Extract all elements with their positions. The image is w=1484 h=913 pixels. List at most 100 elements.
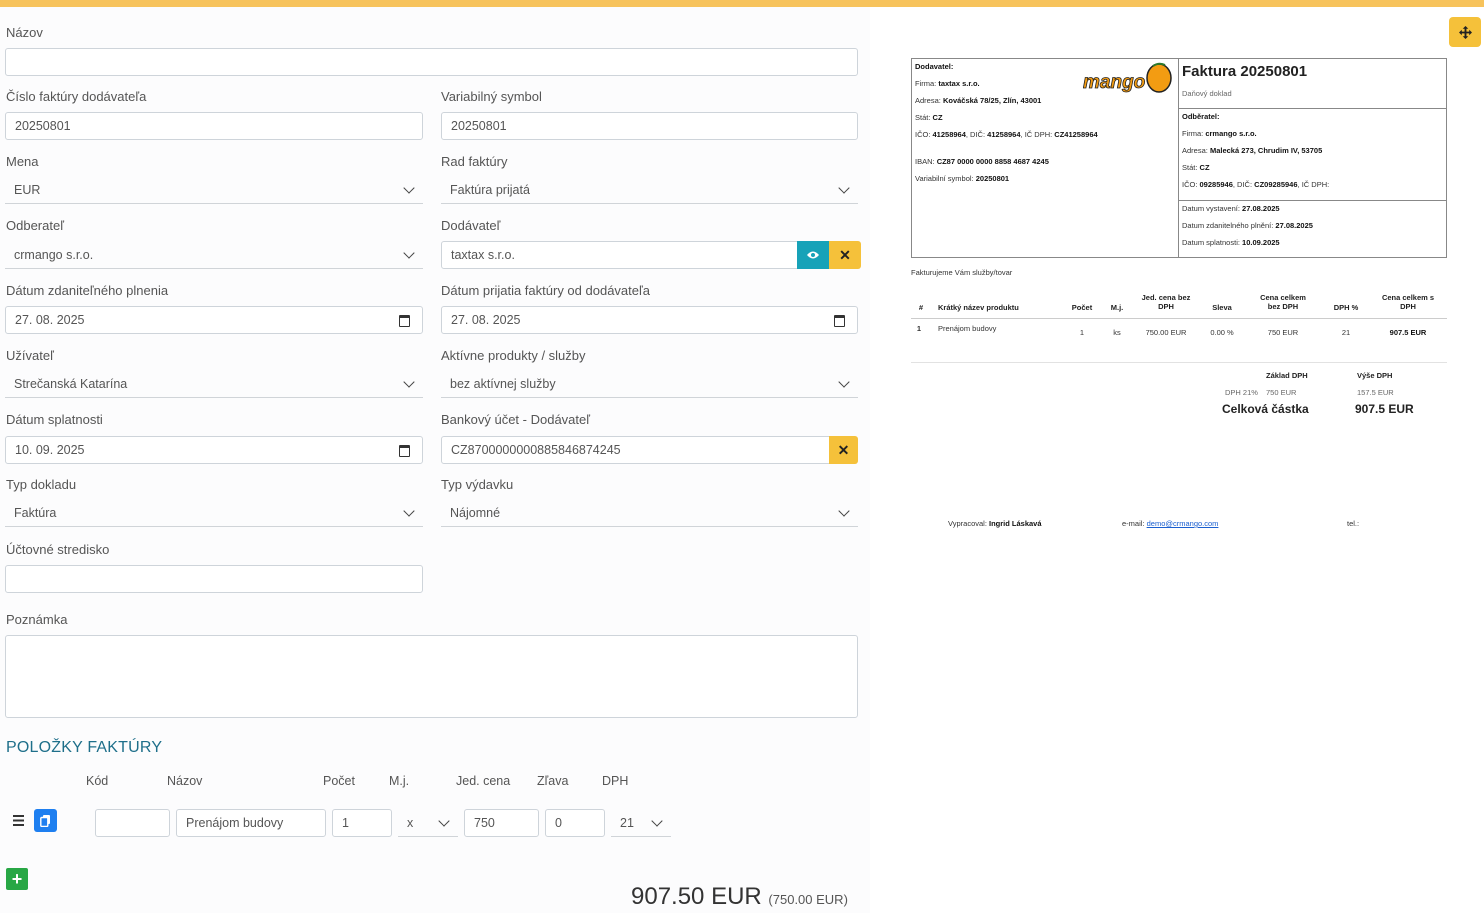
cislo-faktury-label: Číslo faktúry dodávateľa [6, 89, 147, 104]
item-zlava-input[interactable]: 0 [545, 809, 605, 837]
odberatel-label: Odberateľ [6, 218, 64, 233]
copy-row-button[interactable] [34, 809, 57, 832]
typ-vydavku-select[interactable]: Nájomné [441, 499, 858, 527]
footer-issued: Vypracoval: Ingrid Láskavá [948, 519, 1042, 528]
row-count: 1 [1079, 328, 1085, 337]
move-preview-button[interactable] [1449, 17, 1481, 47]
mena-label: Mena [6, 154, 39, 169]
col-mj: M.j. [389, 774, 410, 788]
customer-stat: Stát: CZ [1182, 163, 1210, 172]
datum-splatnosti-input[interactable]: 10. 09. 2025 [5, 436, 423, 464]
email-link[interactable]: demo@crmango.com [1147, 519, 1219, 528]
svg-text:mango: mango [1083, 72, 1145, 93]
datum-prijatia-label: Dátum prijatia faktúry od dodávateľa [441, 283, 651, 298]
total-amount: 907.50 EUR [631, 883, 762, 910]
aktivne-produkty-select[interactable]: bez aktívnej služby [441, 370, 858, 398]
chevron-down-icon [438, 815, 450, 827]
summary-rate-label: DPH 21% [1225, 388, 1258, 397]
table-bottom-divider [911, 362, 1447, 363]
row-total-gross: 907.5 EUR [1389, 328, 1427, 337]
item-jed-cena-input[interactable]: 750 [464, 809, 539, 837]
clear-supplier-button[interactable]: ✕ [829, 241, 861, 269]
summary-total-value: 907.5 EUR [1355, 402, 1414, 416]
typ-vydavku-value: Nájomné [450, 506, 501, 520]
datum-prijatia-input[interactable]: 27. 08. 2025 [441, 306, 858, 334]
cislo-faktury-input[interactable]: 20250801 [5, 112, 423, 140]
chevron-down-icon [838, 376, 850, 388]
plus-icon: + [11, 869, 23, 889]
customer-adresa: Adresa: Malecká 273, Chrudim IV, 53705 [1182, 146, 1323, 155]
row-unit: 750.00 EUR [1145, 328, 1187, 337]
chevron-down-icon [651, 815, 663, 827]
supplier-vs: Variabilní symbol: 20250801 [915, 174, 1010, 183]
eye-icon [807, 251, 819, 259]
summary-base-value: 750 EUR [1266, 388, 1297, 397]
footer-email: e-mail: demo@crmango.com [1122, 519, 1219, 528]
nazov-input[interactable] [5, 48, 858, 76]
bankovy-ucet-label: Bankový účet - Dodávateľ [441, 412, 591, 427]
datum-zdanitelneho-input[interactable]: 27. 08. 2025 [5, 306, 423, 334]
poznamka-label: Poznámka [6, 612, 68, 627]
bankovy-ucet-input[interactable]: CZ8700000000885846874245 [441, 436, 831, 464]
dodavatel-label: Dodávateľ [441, 218, 501, 233]
th-unit: Jed. cena bez DPH [1141, 293, 1191, 311]
poznamka-textarea[interactable] [5, 635, 858, 718]
col-kod: Kód [86, 774, 109, 788]
summary-vat-value: 157.5 EUR [1357, 388, 1394, 397]
item-kod-input[interactable] [95, 809, 170, 837]
add-item-button[interactable]: + [6, 868, 28, 890]
drag-handle[interactable] [13, 813, 25, 831]
items-section-title: POLOŽKY FAKTÚRY [6, 739, 163, 756]
view-supplier-button[interactable] [797, 241, 829, 269]
uzivatel-label: Užívateľ [6, 348, 54, 363]
col-zlava: Zľava [537, 774, 569, 788]
uzivatel-select[interactable]: Strečanská Katarína [5, 370, 423, 398]
hamburger-icon [13, 815, 24, 826]
datum-prijatia-value: 27. 08. 2025 [451, 313, 521, 327]
th-total-gross: Cena celkem s DPH [1381, 293, 1435, 311]
invoice-total: 907.50 EUR (750.00 EUR) [631, 883, 848, 911]
chevron-down-icon [838, 505, 850, 517]
datum-zdanitelneho-value: 27. 08. 2025 [15, 313, 85, 327]
item-nazov-input[interactable]: Prenájom budovy [176, 809, 326, 837]
aktivne-produkty-label: Aktívne produkty / služby [441, 348, 586, 363]
footer-tel: tel.: [1347, 519, 1360, 528]
total-net: (750.00 EUR) [768, 892, 848, 907]
supplier-ico: IČO: 41258964, DIČ: 41258964, IČ DPH: CZ… [915, 130, 1098, 139]
mena-select[interactable]: EUR [5, 176, 423, 204]
th-vat: DPH % [1333, 303, 1359, 312]
item-dph-select[interactable]: 21 [611, 809, 671, 837]
datum-splatnosti-label: Dátum splatnosti [6, 412, 103, 427]
item-mj-select[interactable]: x [398, 809, 458, 837]
supplier-stat: Stát: CZ [915, 113, 943, 122]
date-due: Datum splatnosti: 10.09.2025 [1182, 238, 1280, 247]
typ-dokladu-select[interactable]: Faktúra [5, 499, 423, 527]
item-mj-value: x [407, 816, 414, 830]
copy-icon [40, 814, 50, 827]
uzivatel-value: Strečanská Katarína [14, 377, 128, 391]
chevron-down-icon [403, 376, 415, 388]
aktivne-produkty-value: bez aktívnej služby [450, 377, 556, 391]
variabilny-symbol-input[interactable]: 20250801 [441, 112, 858, 140]
item-pocet-input[interactable]: 1 [332, 809, 392, 837]
calendar-icon[interactable] [834, 315, 845, 327]
calendar-icon[interactable] [399, 315, 410, 327]
datum-zdanitelneho-label: Dátum zdaniteľného plnenia [6, 283, 169, 298]
rad-faktury-select[interactable]: Faktúra prijatá [441, 176, 858, 204]
th-mj: M.j. [1110, 303, 1124, 312]
item-dph-value: 21 [620, 816, 634, 830]
uctovne-stredisko-input[interactable] [5, 565, 423, 593]
close-icon: ✕ [837, 441, 850, 458]
col-jed-cena: Jed. cena [456, 774, 511, 788]
dodavatel-input[interactable]: taxtax s.r.o. [441, 241, 798, 269]
odberatel-value: crmango s.r.o. [14, 248, 94, 262]
clear-bank-account-button[interactable]: ✕ [829, 436, 858, 464]
typ-dokladu-value: Faktúra [14, 506, 57, 520]
customer-ico: IČO: 09285946, DIČ: CZ09285946, IČ DPH: [1182, 180, 1330, 189]
calendar-icon[interactable] [399, 445, 410, 457]
supplier-heading: Dodavatel: [915, 62, 954, 71]
chevron-down-icon [403, 247, 415, 259]
th-count: Počet [1071, 303, 1093, 312]
odberatel-select[interactable]: crmango s.r.o. [5, 241, 423, 269]
date-issued: Datum vystavení: 27.08.2025 [1182, 204, 1280, 213]
